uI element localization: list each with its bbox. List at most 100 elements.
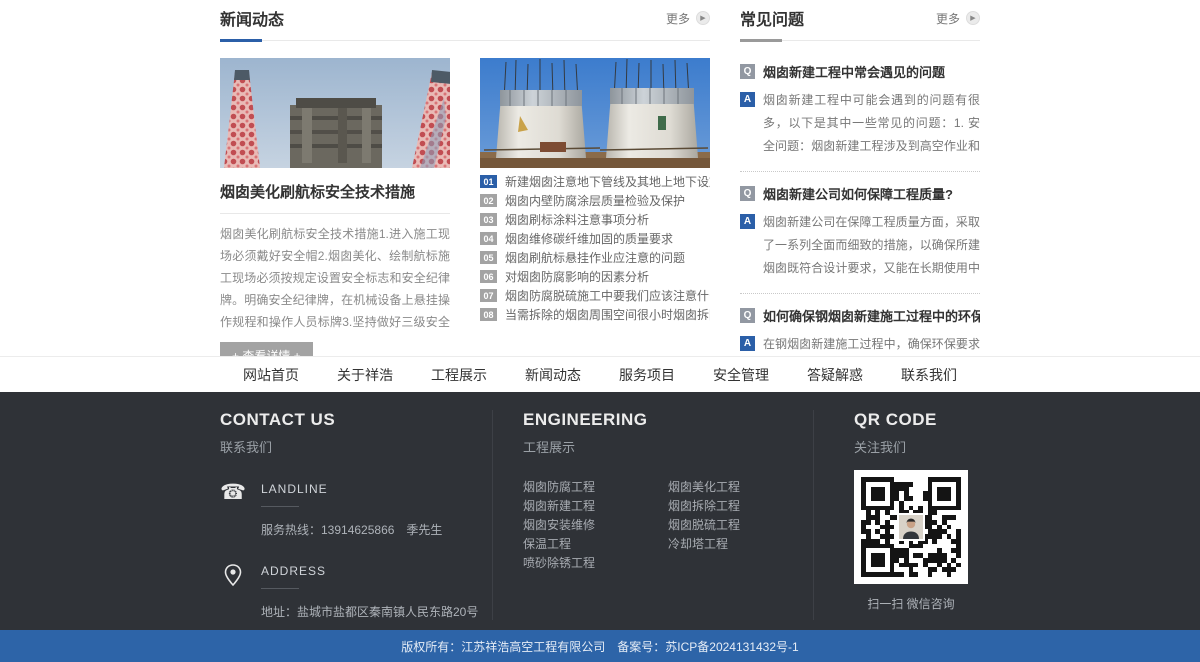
main-navigation: 网站首页 关于祥浩 工程展示 新闻动态 服务项目 安全管理 答疑解惑 联系我们 <box>0 356 1200 392</box>
news-list-item-title: 烟囱内壁防腐涂层质量检验及保护 <box>505 192 685 209</box>
address-text: 地址：盐城市盐都区秦南镇人民东路20号 <box>261 603 478 620</box>
faq-question-text: 烟囱新建工程中常会遇见的问题 <box>763 62 945 81</box>
contact-title-en: CONTACT US <box>220 410 492 430</box>
faq-answer: A 在钢烟囱新建施工过程中，确保环保要求得到严格遵守是至关重要的。这不仅关乎到施… <box>740 333 980 356</box>
faq-item: Q 烟囱新建公司如何保障工程质量? A 烟囱新建公司在保障工程质量方面，采取了一… <box>740 184 980 294</box>
arrow-right-icon: ▶ <box>696 11 710 25</box>
footer-link-sandblasting[interactable]: 喷砂除锈工程 <box>523 557 668 569</box>
qrcode-title-en: QR CODE <box>854 410 980 430</box>
news-list-item-title: 新建烟囱注意地下管线及其地上地下设施的加固措施 <box>505 173 710 190</box>
news-list-item[interactable]: 04 烟囱维修碳纤维加固的质量要求 <box>480 232 710 245</box>
footer-link-insulation[interactable]: 保温工程 <box>523 538 668 550</box>
news-section: 新闻动态 更多 ▶ <box>220 0 710 356</box>
news-list-item[interactable]: 01 新建烟囱注意地下管线及其地上地下设施的加固措施 <box>480 175 710 188</box>
faq-section-rule <box>740 40 980 41</box>
news-list-item[interactable]: 03 烟囱刷标涂料注意事项分析 <box>480 213 710 226</box>
copyright-text: 版权所有：江苏祥浩高空工程有限公司 备案号：苏ICP备2024131432号-1 <box>401 638 798 655</box>
footer-contact-column: CONTACT US 联系我们 ☎ LANDLINE 服务热线：13914625… <box>220 410 492 620</box>
footer-link-newbuild[interactable]: 烟囱新建工程 <box>523 500 668 512</box>
faq-more-link[interactable]: 更多 ▶ <box>936 10 980 27</box>
news-list-item[interactable]: 06 对烟囱防腐影响的因素分析 <box>480 270 710 283</box>
news-section-title: 新闻动态 <box>220 6 284 30</box>
faq-section: 常见问题 更多 ▶ Q 烟囱新建工程中常会遇见的问题 A <box>740 0 980 356</box>
faq-question[interactable]: Q 如何确保钢烟囱新建施工过程中的环保要求? <box>740 306 980 325</box>
footer-link-install-repair[interactable]: 烟囱安装维修 <box>523 519 668 531</box>
question-badge: Q <box>740 186 755 201</box>
engineering-title-en: ENGINEERING <box>523 410 813 430</box>
faq-section-title: 常见问题 <box>740 6 804 30</box>
featured-article: 烟囱美化刷航标安全技术措施 烟囱美化刷航标安全技术措施1.进入施工现场必须戴好安… <box>220 58 450 356</box>
news-list-item[interactable]: 05 烟囱刷航标悬挂作业应注意的问题 <box>480 251 710 264</box>
divider <box>261 588 299 589</box>
faq-item: Q 烟囱新建工程中常会遇见的问题 A 烟囱新建工程中可能会遇到的问题有很多，以下… <box>740 62 980 172</box>
news-list-item-title: 对烟囱防腐影响的因素分析 <box>505 268 649 285</box>
news-list-item-title: 烟囱刷航标悬挂作业应注意的问题 <box>505 249 685 266</box>
divider <box>220 213 450 214</box>
faq-answer-text: 在钢烟囱新建施工过程中，确保环保要求得到严格遵守是至关重要的。这不仅关乎到施工过… <box>763 333 980 356</box>
faq-question-text: 如何确保钢烟囱新建施工过程中的环保要求? <box>763 306 980 325</box>
footer: CONTACT US 联系我们 ☎ LANDLINE 服务热线：13914625… <box>0 392 1200 630</box>
arrow-right-icon: ▶ <box>966 11 980 25</box>
answer-badge: A <box>740 92 755 107</box>
news-list-item-title: 烟囱维修碳纤维加固的质量要求 <box>505 230 673 247</box>
news-section-rule <box>220 40 710 41</box>
faq-answer-text: 烟囱新建工程中可能会遇到的问题有很多，以下是其中一些常见的问题：1. 安全问题：… <box>763 89 980 158</box>
qr-caption: 扫一扫 微信咨询 <box>854 595 968 612</box>
view-details-button[interactable]: + 查看详情 + <box>220 342 313 356</box>
contact-title-cn: 联系我们 <box>220 437 492 456</box>
question-badge: Q <box>740 308 755 323</box>
qrcode-title-cn: 关注我们 <box>854 437 980 456</box>
list-number-badge: 07 <box>480 289 497 302</box>
answer-badge: A <box>740 336 755 351</box>
news-more-label: 更多 <box>666 10 690 27</box>
nav-item-about[interactable]: 关于祥浩 <box>337 365 393 385</box>
faq-question[interactable]: Q 烟囱新建工程中常会遇见的问题 <box>740 62 980 81</box>
list-number-badge: 05 <box>480 251 497 264</box>
news-more-link[interactable]: 更多 ▶ <box>666 10 710 27</box>
nav-item-home[interactable]: 网站首页 <box>243 365 299 385</box>
location-pin-icon <box>220 564 246 620</box>
phone-number: 服务热线：13914625866 季先生 <box>261 521 442 538</box>
news-list-item[interactable]: 08 当需拆除的烟囱周围空间很小时烟囱拆除施工该如... <box>480 308 710 321</box>
footer-link-cooling-tower[interactable]: 冷却塔工程 <box>668 538 813 550</box>
nav-item-safety[interactable]: 安全管理 <box>713 365 769 385</box>
faq-question[interactable]: Q 烟囱新建公司如何保障工程质量? <box>740 184 980 203</box>
featured-article-image[interactable] <box>220 58 450 168</box>
news-list-item[interactable]: 02 烟囱内壁防腐涂层质量检验及保护 <box>480 194 710 207</box>
address-block: ADDRESS 地址：盐城市盐都区秦南镇人民东路20号 <box>220 564 492 620</box>
qr-center-portrait <box>897 513 925 541</box>
list-number-badge: 04 <box>480 232 497 245</box>
landline-block: ☎ LANDLINE 服务热线：13914625866 季先生 <box>220 482 492 538</box>
top-section: 新闻动态 更多 ▶ <box>0 0 1200 356</box>
nav-item-faq[interactable]: 答疑解惑 <box>807 365 863 385</box>
footer-link-anticorrosion[interactable]: 烟囱防腐工程 <box>523 481 668 493</box>
engineering-title-cn: 工程展示 <box>523 437 813 456</box>
footer-link-desulfurization[interactable]: 烟囱脱硫工程 <box>668 519 813 531</box>
news-list-item[interactable]: 07 烟囱防腐脱硫施工中要我们应该注意什么 <box>480 289 710 302</box>
faq-answer-text: 烟囱新建公司在保障工程质量方面，采取了一系列全面而细致的措施，以确保所建烟囱既符… <box>763 211 980 280</box>
phone-icon: ☎ <box>220 482 246 538</box>
list-number-badge: 01 <box>480 175 497 188</box>
copyright-bar: 版权所有：江苏祥浩高空工程有限公司 备案号：苏ICP备2024131432号-1 <box>0 630 1200 662</box>
footer-qrcode-column: QR CODE 关注我们 扫一扫 微信咨询 <box>813 410 980 620</box>
nav-item-contact[interactable]: 联系我们 <box>901 365 957 385</box>
faq-question-text: 烟囱新建公司如何保障工程质量? <box>763 184 953 203</box>
faq-answer: A 烟囱新建公司在保障工程质量方面，采取了一系列全面而细致的措施，以确保所建烟囱… <box>740 211 980 280</box>
news-list-column: 01 新建烟囱注意地下管线及其地上地下设施的加固措施 02 烟囱内壁防腐涂层质量… <box>480 58 710 356</box>
nav-item-news[interactable]: 新闻动态 <box>525 365 581 385</box>
news-list-item-title: 当需拆除的烟囱周围空间很小时烟囱拆除施工该如... <box>505 306 710 323</box>
nav-item-services[interactable]: 服务项目 <box>619 365 675 385</box>
address-label: ADDRESS <box>261 564 478 578</box>
list-number-badge: 03 <box>480 213 497 226</box>
footer-link-demolition[interactable]: 烟囱拆除工程 <box>668 500 813 512</box>
divider <box>261 506 299 507</box>
featured-article-excerpt: 烟囱美化刷航标安全技术措施1.进入施工现场必须戴好安全帽2.烟囱美化、绘制航标施… <box>220 223 450 333</box>
nav-item-projects[interactable]: 工程展示 <box>431 365 487 385</box>
answer-badge: A <box>740 214 755 229</box>
featured-article-title[interactable]: 烟囱美化刷航标安全技术措施 <box>220 181 450 202</box>
landline-label: LANDLINE <box>261 482 442 496</box>
footer-link-beautification[interactable]: 烟囱美化工程 <box>668 481 813 493</box>
news-list-item-title: 烟囱防腐脱硫施工中要我们应该注意什么 <box>505 287 710 304</box>
news-list-image[interactable] <box>480 58 710 168</box>
faq-item: Q 如何确保钢烟囱新建施工过程中的环保要求? A 在钢烟囱新建施工过程中，确保环… <box>740 306 980 356</box>
